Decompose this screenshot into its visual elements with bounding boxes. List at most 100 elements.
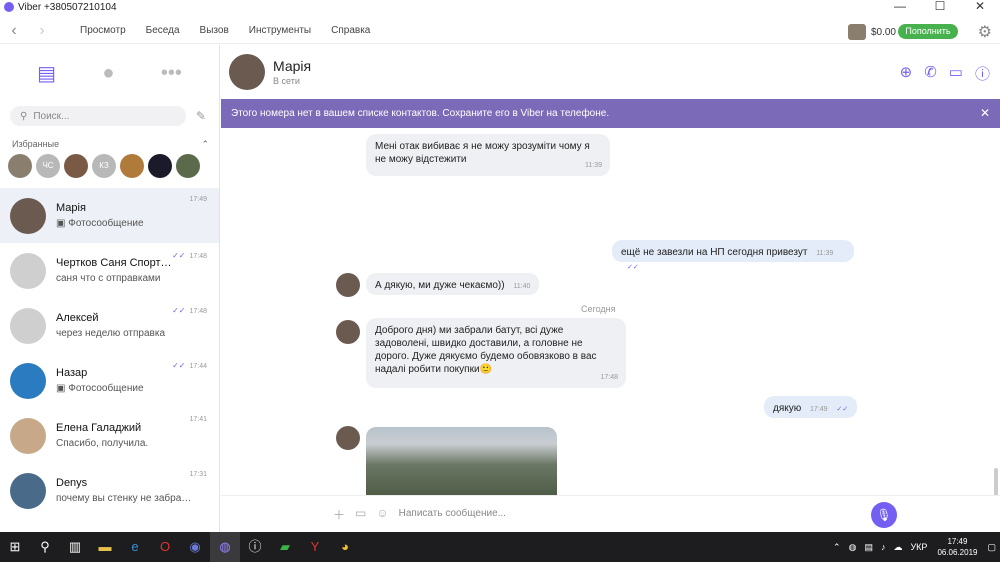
message-input[interactable]: Написать сообщение... [398, 503, 859, 525]
chat-list-item[interactable]: Чертков Саня Спорт… саня что с отправками… [0, 243, 219, 298]
compose-bar: ＋ ▭ ☺ Написать сообщение... 🎙 [221, 495, 1000, 532]
task-view-icon[interactable]: ▥ [60, 532, 90, 562]
favorite-avatar[interactable] [176, 154, 200, 178]
menu-item[interactable]: Просмотр [80, 25, 126, 36]
plus-icon[interactable]: ＋ [333, 506, 345, 523]
message-incoming[interactable]: А дякую, ми дуже чекаємо)) 11:40 [366, 273, 540, 295]
info-app-icon[interactable]: ⓘ [240, 532, 270, 562]
topup-button[interactable]: Пополнить [898, 24, 958, 39]
close-banner-icon[interactable]: ✕ [980, 99, 990, 128]
menu-items: Просмотр Беседа Вызов Инструменты Справка [80, 25, 390, 36]
chat-preview-text: Спасибо, получила. [56, 438, 149, 449]
sender-avatar[interactable] [336, 320, 360, 344]
favorite-avatar[interactable] [64, 154, 88, 178]
sticker-icon[interactable]: ☺ [376, 506, 388, 523]
yandex-icon[interactable]: Y [300, 532, 330, 562]
message-time: 17:49 [810, 406, 828, 413]
chat-preview-text: почему вы стенку не забрали? [56, 493, 196, 504]
opera-icon[interactable]: O [150, 532, 180, 562]
header-actions: ⊕ ✆ ▭ ⓘ [900, 63, 990, 84]
minimize-icon[interactable]: — [880, 0, 920, 14]
contacts-icon[interactable]: ● [102, 62, 114, 85]
message-text: А дякую, ми дуже чекаємо)) [375, 280, 505, 291]
menu-item[interactable]: Справка [331, 25, 370, 36]
green-app-icon[interactable]: ▰ [270, 532, 300, 562]
windows-start-icon[interactable]: ⊞ [0, 532, 30, 562]
favorite-avatar[interactable] [120, 154, 144, 178]
chat-header: Марія В сети ⊕ ✆ ▭ ⓘ [221, 45, 1000, 99]
scrollbar[interactable] [994, 468, 998, 495]
chat-time-text: 17:48 [189, 308, 207, 315]
chat-list-item[interactable]: Алексей через неделю отправка ✓✓ 17:48 [0, 298, 219, 353]
viber-window: Viber +380507210104 — ☐ ✕ ‹ › Просмотр Бе… [0, 0, 1000, 532]
sender-avatar[interactable] [336, 426, 360, 450]
message-outgoing[interactable]: дякую 17:49 ✓✓ [764, 396, 858, 418]
clock[interactable]: 17:49 06.06.2019 [937, 536, 977, 558]
video-call-icon[interactable]: ▭ [949, 63, 963, 84]
maximize-icon[interactable]: ☐ [920, 0, 960, 14]
gear-icon[interactable]: ⚙ [978, 22, 992, 42]
contact-avatar[interactable] [229, 54, 265, 90]
tray-chevron-icon[interactable]: ⌃ [833, 542, 841, 553]
message-text: ещё не завезли на НП сегодня привезут [621, 247, 808, 258]
firefox-icon[interactable]: ◉ [180, 532, 210, 562]
menu-item[interactable]: Инструменты [249, 25, 311, 36]
menu-item[interactable]: Беседа [146, 25, 180, 36]
notification-icon[interactable]: ▢ [987, 542, 996, 553]
unknown-contact-banner: Этого номера нет в вашем списке контакто… [221, 99, 1000, 128]
favorite-avatar[interactable]: ЧС [36, 154, 60, 178]
sender-avatar[interactable] [336, 273, 360, 297]
read-check-icon: ✓✓ [836, 406, 849, 413]
search-input[interactable]: ⚲ Поиск... [10, 106, 186, 126]
favorite-avatar[interactable] [148, 154, 172, 178]
chrome-icon[interactable]: ◕ [330, 532, 360, 562]
chat-time-text: 17:31 [189, 471, 207, 478]
forward-icon[interactable]: › [28, 22, 56, 40]
search-icon[interactable]: ⚲ [30, 532, 60, 562]
call-icon[interactable]: ✆ [924, 63, 937, 84]
chat-list-item[interactable]: Елена Галаджий Спасибо, получила. 17:41 [0, 408, 219, 463]
favorite-avatar[interactable]: КЗ [92, 154, 116, 178]
photo-message[interactable] [366, 427, 557, 495]
chat-time: ✓✓ 17:48 [172, 306, 207, 315]
chats-icon[interactable]: ▤ [37, 61, 56, 86]
chevron-up-icon[interactable]: ⌃ [201, 139, 209, 150]
add-contact-icon[interactable]: ⊕ [900, 63, 913, 84]
message-incoming[interactable]: Мені отак вибиває я не можу зрозуміти чо… [366, 134, 610, 176]
edge-icon[interactable]: e [120, 532, 150, 562]
menu-item[interactable]: Вызов [200, 25, 229, 36]
chat-list-item[interactable]: Denys почему вы стенку не забрали? 17:31 [0, 463, 219, 518]
chat-info: Алексей через неделю отправка [56, 312, 211, 339]
photo-icon: ▣ [56, 218, 69, 229]
cloud-icon[interactable]: ☁ [893, 542, 902, 553]
chat-list-item[interactable]: Марія ▣ Фотосообщение 17:49 [0, 188, 219, 243]
chat-list-item[interactable]: Назар ▣ Фотосообщение ✓✓ 17:44 [0, 353, 219, 408]
volume-icon[interactable]: ♪ [881, 542, 886, 552]
account-avatar[interactable] [847, 24, 866, 40]
more-icon[interactable]: ••• [161, 62, 182, 85]
balance[interactable]: $0.00 [847, 24, 896, 40]
message-text: Доброго дня) ми забрали батут, всі дуже … [375, 325, 597, 375]
chat-preview-text: через неделю отправка [56, 328, 166, 339]
viber-taskbar-icon[interactable]: ◍ [210, 532, 240, 562]
message-outgoing[interactable]: ещё не завезли на НП сегодня привезут 11… [612, 240, 854, 271]
file-explorer-icon[interactable]: ▬ [90, 532, 120, 562]
tray-viber-icon[interactable]: ◍ [849, 542, 857, 553]
compose-actions: ＋ ▭ ☺ [333, 506, 389, 523]
conversation-pane: Марія В сети ⊕ ✆ ▭ ⓘ Этого номера нет в … [221, 45, 1000, 532]
window-title: Viber +380507210104 [18, 1, 117, 13]
gif-icon[interactable]: ▭ [355, 506, 366, 523]
chat-name: Denys [56, 477, 88, 489]
close-icon[interactable]: ✕ [960, 0, 1000, 14]
contact-name[interactable]: Марія [273, 58, 311, 74]
viber-logo-icon [4, 2, 14, 12]
avatar [10, 472, 46, 509]
network-icon[interactable]: ▤ [864, 542, 873, 553]
message-incoming[interactable]: Доброго дня) ми забрали батут, всі дуже … [366, 318, 626, 388]
favorite-avatar[interactable] [8, 154, 32, 178]
microphone-button[interactable]: 🎙 [871, 502, 897, 528]
back-icon[interactable]: ‹ [0, 22, 28, 40]
language-indicator[interactable]: УКР [910, 542, 927, 552]
info-icon[interactable]: ⓘ [975, 63, 990, 84]
new-chat-icon[interactable]: ✎ [196, 109, 206, 123]
